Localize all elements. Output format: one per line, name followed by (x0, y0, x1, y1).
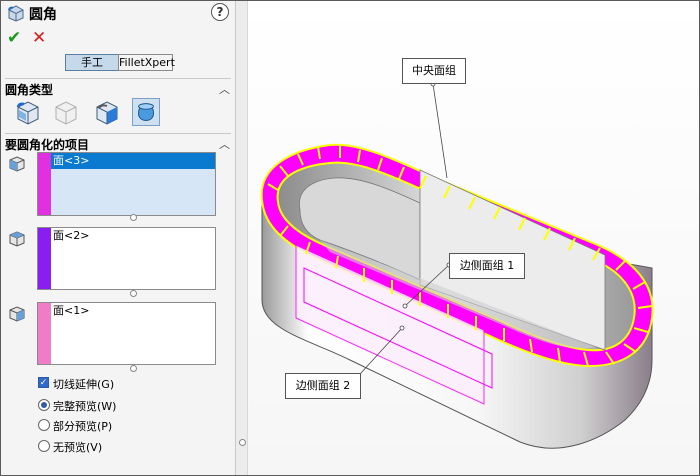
collapse-chevron-icon[interactable]: ︿ (219, 136, 230, 152)
graphics-viewport[interactable]: 中央面组 边侧面组 1 边侧面组 2 (248, 1, 699, 475)
list-item[interactable]: 面<3> (51, 153, 215, 169)
fillet-feature-icon (8, 5, 24, 22)
radio-icon[interactable] (38, 419, 50, 431)
panel-title: 圆角 (29, 7, 57, 23)
side-face-set-1-icon (9, 156, 25, 172)
face-fillet-icon[interactable] (93, 98, 121, 126)
side-face-set-1-list[interactable]: 面<3> (37, 152, 216, 216)
panel-splitter[interactable] (235, 1, 248, 475)
callout-center-face-set[interactable]: 中央面组 (402, 58, 466, 84)
center-face-set-list[interactable]: 面<2> (37, 227, 216, 290)
ok-check-icon[interactable]: ✔ (7, 28, 21, 48)
list-resize-handle[interactable] (130, 365, 137, 372)
section-divider (5, 133, 231, 134)
color-swatch (38, 153, 51, 215)
side-face-set-2-list[interactable]: 面<1> (37, 302, 216, 365)
side-face-set-2-icon (9, 306, 25, 322)
tab-filletxpert[interactable]: FilletXpert (118, 54, 175, 71)
list-resize-handle[interactable] (130, 290, 137, 297)
section-divider (5, 78, 231, 79)
checkbox-checked-icon[interactable]: ✓ (38, 377, 49, 388)
callout-side-face-set-1[interactable]: 边侧面组 1 (449, 253, 525, 279)
tab-manual[interactable]: 手工 (65, 54, 119, 71)
splitter-handle[interactable] (239, 439, 246, 446)
color-swatch (38, 303, 51, 364)
property-manager: 圆角 ? ✔ ✕ 手工 FilletXpert 圆角类型 ︿ 要圆角化的项目 ︿… (1, 1, 235, 475)
callout-side-face-set-2[interactable]: 边侧面组 2 (285, 373, 361, 399)
list-resize-handle[interactable] (130, 214, 137, 221)
center-face-set-icon (9, 231, 25, 247)
radio-icon[interactable] (38, 440, 50, 452)
variable-size-fillet-icon[interactable] (52, 98, 80, 126)
constant-size-fillet-icon[interactable] (14, 98, 42, 126)
fillet-preview-model[interactable] (248, 1, 699, 475)
help-icon[interactable]: ? (211, 3, 229, 21)
radio-selected-icon[interactable] (38, 399, 50, 411)
fillet-type-heading: 圆角类型 (5, 83, 54, 97)
collapse-chevron-icon[interactable]: ︿ (219, 81, 230, 97)
cancel-x-icon[interactable]: ✕ (32, 28, 46, 48)
items-to-fillet-heading: 要圆角化的项目 (5, 138, 90, 152)
list-item[interactable]: 面<1> (51, 303, 215, 319)
color-swatch (38, 228, 51, 289)
full-round-fillet-icon[interactable] (132, 98, 160, 126)
list-item[interactable]: 面<2> (51, 228, 215, 244)
